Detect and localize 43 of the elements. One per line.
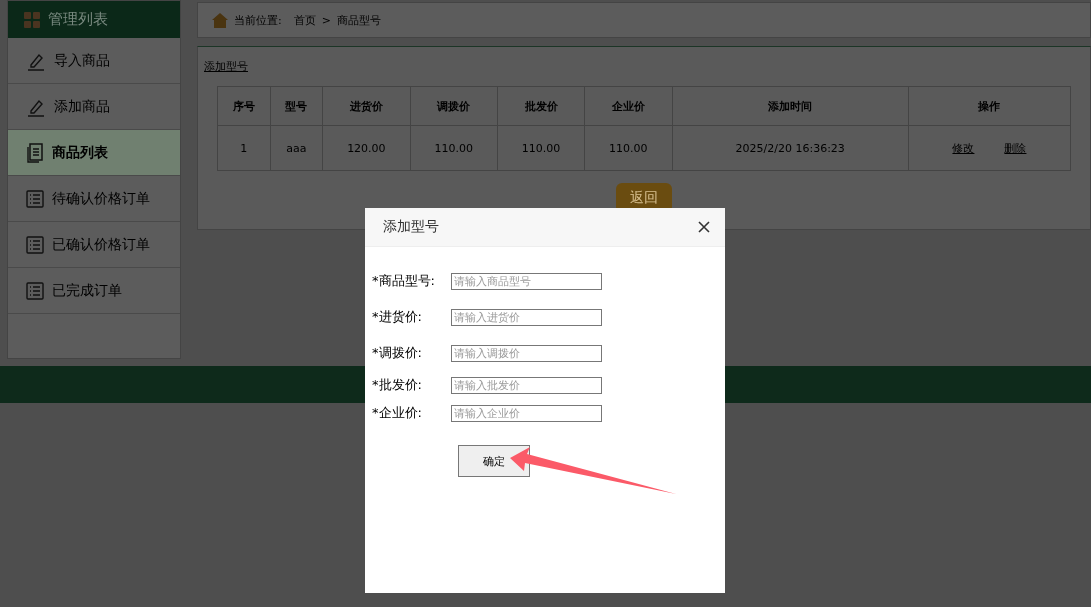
breadcrumb-item: 首页 [293, 12, 316, 28]
sidebar-title: 管理列表 [48, 10, 108, 29]
table-cell: 2025/2/20 16:36:23 [672, 125, 909, 171]
delete-link[interactable]: 删除 [1004, 140, 1027, 156]
table-cell: 1 [217, 125, 271, 171]
column-header: 调拨价 [410, 86, 498, 126]
list-icon [26, 235, 44, 254]
field-label: *调拨价: [372, 344, 423, 362]
dialog-title: 添加型号 [383, 218, 439, 236]
input-field[interactable]: 请输入商品型号 [451, 272, 602, 290]
input-field[interactable]: 请输入进货价 [451, 308, 602, 326]
column-header: 企业价 [584, 86, 673, 126]
breadcrumb-item: > [321, 13, 331, 27]
table-cell: 110.00 [410, 125, 498, 171]
field-label: *企业价: [372, 404, 423, 422]
input-field[interactable]: 请输入调拨价 [451, 344, 602, 362]
list-icon [26, 189, 44, 208]
list-icon [26, 281, 44, 300]
input-field[interactable]: 请输入企业价 [451, 404, 602, 422]
field-label: *进货价: [372, 308, 423, 326]
confirm-button[interactable]: 确定 [458, 445, 530, 477]
breadcrumb-label: 当前位置: [234, 12, 282, 28]
grid-icon [24, 11, 40, 28]
table-cell: 110.00 [497, 125, 585, 171]
column-header: 批发价 [497, 86, 585, 126]
column-header: 进货价 [322, 86, 411, 126]
close-icon[interactable] [697, 220, 711, 234]
column-header: 添加时间 [672, 86, 909, 126]
table-cell: 110.00 [584, 125, 673, 171]
document-icon [26, 142, 44, 163]
input-field[interactable]: 请输入批发价 [451, 376, 602, 394]
column-header: 型号 [270, 86, 323, 126]
add-model-link[interactable]: 添加型号 [204, 60, 248, 73]
home-icon [212, 12, 228, 28]
field-label: *商品型号: [372, 272, 436, 290]
table-cell: 120.00 [322, 125, 411, 171]
field-label: *批发价: [372, 376, 423, 394]
column-header: 序号 [217, 86, 271, 126]
edit-link[interactable]: 修改 [952, 140, 975, 156]
sidebar-item[interactable]: 商品列表 [8, 130, 180, 176]
column-header: 操作 [908, 86, 1071, 126]
table-cell: aaa [270, 125, 323, 171]
breadcrumb-item: 商品型号 [336, 12, 381, 28]
